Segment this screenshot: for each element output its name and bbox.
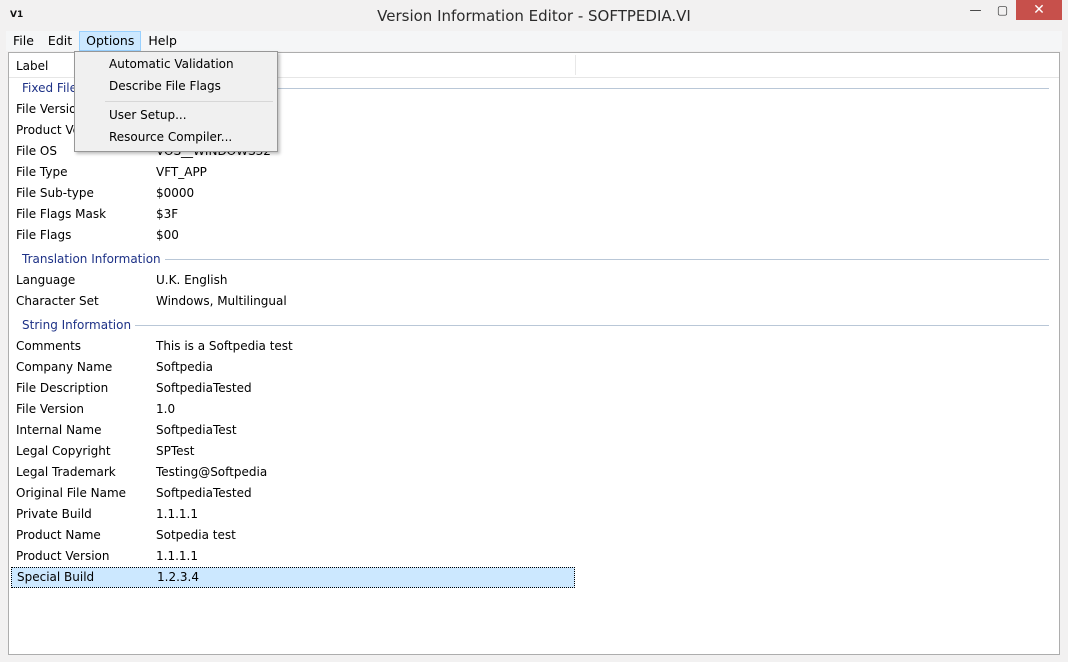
row-value: U.K. English (156, 273, 228, 287)
options-dropdown-menu: Automatic Validation Describe File Flags… (74, 51, 278, 152)
minimize-icon[interactable]: — (962, 0, 989, 20)
menu-item-resource-compiler[interactable]: Resource Compiler... (109, 127, 232, 147)
row-key: Internal Name (16, 423, 102, 437)
table-row[interactable]: Character Set Windows, Multilingual (9, 291, 579, 312)
table-row[interactable]: File Type VFT_APP (9, 162, 579, 183)
row-value: This is a Softpedia test (156, 339, 293, 353)
row-key: File Description (16, 381, 109, 395)
row-key: Private Build (16, 507, 92, 521)
group-label: Translation Information (22, 252, 165, 266)
row-value: Testing@Softpedia (156, 465, 268, 479)
row-value: SoftpediaTested (156, 381, 252, 395)
row-key: File Flags Mask (16, 207, 107, 221)
menu-bar: File Edit Options Help (6, 31, 1062, 51)
table-row[interactable]: Product Version 1.1.1.1 (9, 546, 579, 567)
menu-help[interactable]: Help (141, 31, 184, 51)
row-key: Product Ve (16, 123, 81, 137)
table-row[interactable]: Company Name Softpedia (9, 357, 579, 378)
table-row[interactable]: File Description SoftpediaTested (9, 378, 579, 399)
app-icon[interactable]: V1 (10, 8, 26, 22)
row-key: Language (16, 273, 76, 287)
row-value: 1.2.3.4 (157, 570, 199, 584)
table-row-selected[interactable]: Special Build 1.2.3.4 (11, 567, 575, 588)
menu-item-describe-file-flags[interactable]: Describe File Flags (109, 76, 221, 96)
table-row[interactable]: Comments This is a Softpedia test (9, 336, 579, 357)
row-key: Comments (16, 339, 82, 353)
row-key: Legal Trademark (16, 465, 116, 479)
table-row[interactable]: Product Name Sotpedia test (9, 525, 579, 546)
table-row[interactable]: File Version 1.0 (9, 399, 579, 420)
group-label: String Information (22, 318, 136, 332)
group-divider (22, 259, 1049, 260)
row-key: File OS (16, 144, 57, 158)
table-row[interactable]: File Sub-type $0000 (9, 183, 579, 204)
row-value: Windows, Multilingual (156, 294, 287, 308)
row-key: File Sub-type (16, 186, 94, 200)
menu-options[interactable]: Options (79, 31, 142, 51)
maximize-icon[interactable]: ▢ (989, 0, 1016, 20)
app-window: V1 Version Information Editor - SOFTPEDI… (0, 0, 1068, 662)
row-value: SoftpediaTest (156, 423, 237, 437)
table-row[interactable]: File Flags $00 (9, 225, 579, 246)
table-row[interactable]: Original File Name SoftpediaTested (9, 483, 579, 504)
row-value: 1.1.1.1 (156, 507, 198, 521)
row-key: Product Name (16, 528, 101, 542)
table-row[interactable]: Legal Trademark Testing@Softpedia (9, 462, 579, 483)
menu-edit[interactable]: Edit (41, 31, 79, 51)
row-value: Sotpedia test (156, 528, 236, 542)
row-key: Special Build (17, 570, 95, 584)
row-value: $00 (156, 228, 179, 242)
row-value: 1.0 (156, 402, 176, 416)
label-column-header[interactable]: Label (16, 59, 48, 73)
menu-item-automatic-validation[interactable]: Automatic Validation (109, 54, 234, 74)
group-label: Fixed File (22, 81, 81, 95)
row-key: Product Version (16, 549, 110, 563)
table-row[interactable]: File Flags Mask $3F (9, 204, 579, 225)
title-bar[interactable]: V1 Version Information Editor - SOFTPEDI… (0, 0, 1068, 31)
column-divider[interactable] (575, 55, 576, 75)
menu-item-user-setup[interactable]: User Setup... (109, 105, 187, 125)
row-key: File Versio (16, 102, 77, 116)
window-title: Version Information Editor - SOFTPEDIA.V… (377, 7, 691, 25)
table-row[interactable]: Language U.K. English (9, 270, 579, 291)
group-translation: Translation Information (9, 248, 1049, 270)
row-value: SoftpediaTested (156, 486, 252, 500)
row-value: VFT_APP (156, 165, 207, 179)
row-key: File Version (16, 402, 85, 416)
row-value: SPTest (156, 444, 195, 458)
row-key: Original File Name (16, 486, 127, 500)
table-row[interactable]: Legal Copyright SPTest (9, 441, 579, 462)
row-key: Company Name (16, 360, 113, 374)
close-icon[interactable]: ✕ (1016, 0, 1062, 20)
group-string: String Information (9, 314, 1049, 336)
group-divider (22, 325, 1049, 326)
menu-file[interactable]: File (6, 31, 41, 51)
row-key: File Flags (16, 228, 72, 242)
row-key: File Type (16, 165, 68, 179)
menu-separator (105, 101, 273, 102)
table-row[interactable]: Internal Name SoftpediaTest (9, 420, 579, 441)
table-row[interactable]: Private Build 1.1.1.1 (9, 504, 579, 525)
row-value: $0000 (156, 186, 195, 200)
row-value: $3F (156, 207, 179, 221)
row-value: 1.1.1.1 (156, 549, 198, 563)
row-value: Softpedia (156, 360, 213, 374)
row-key: Legal Copyright (16, 444, 111, 458)
row-key: Character Set (16, 294, 99, 308)
window-controls: — ▢ ✕ (962, 0, 1062, 22)
